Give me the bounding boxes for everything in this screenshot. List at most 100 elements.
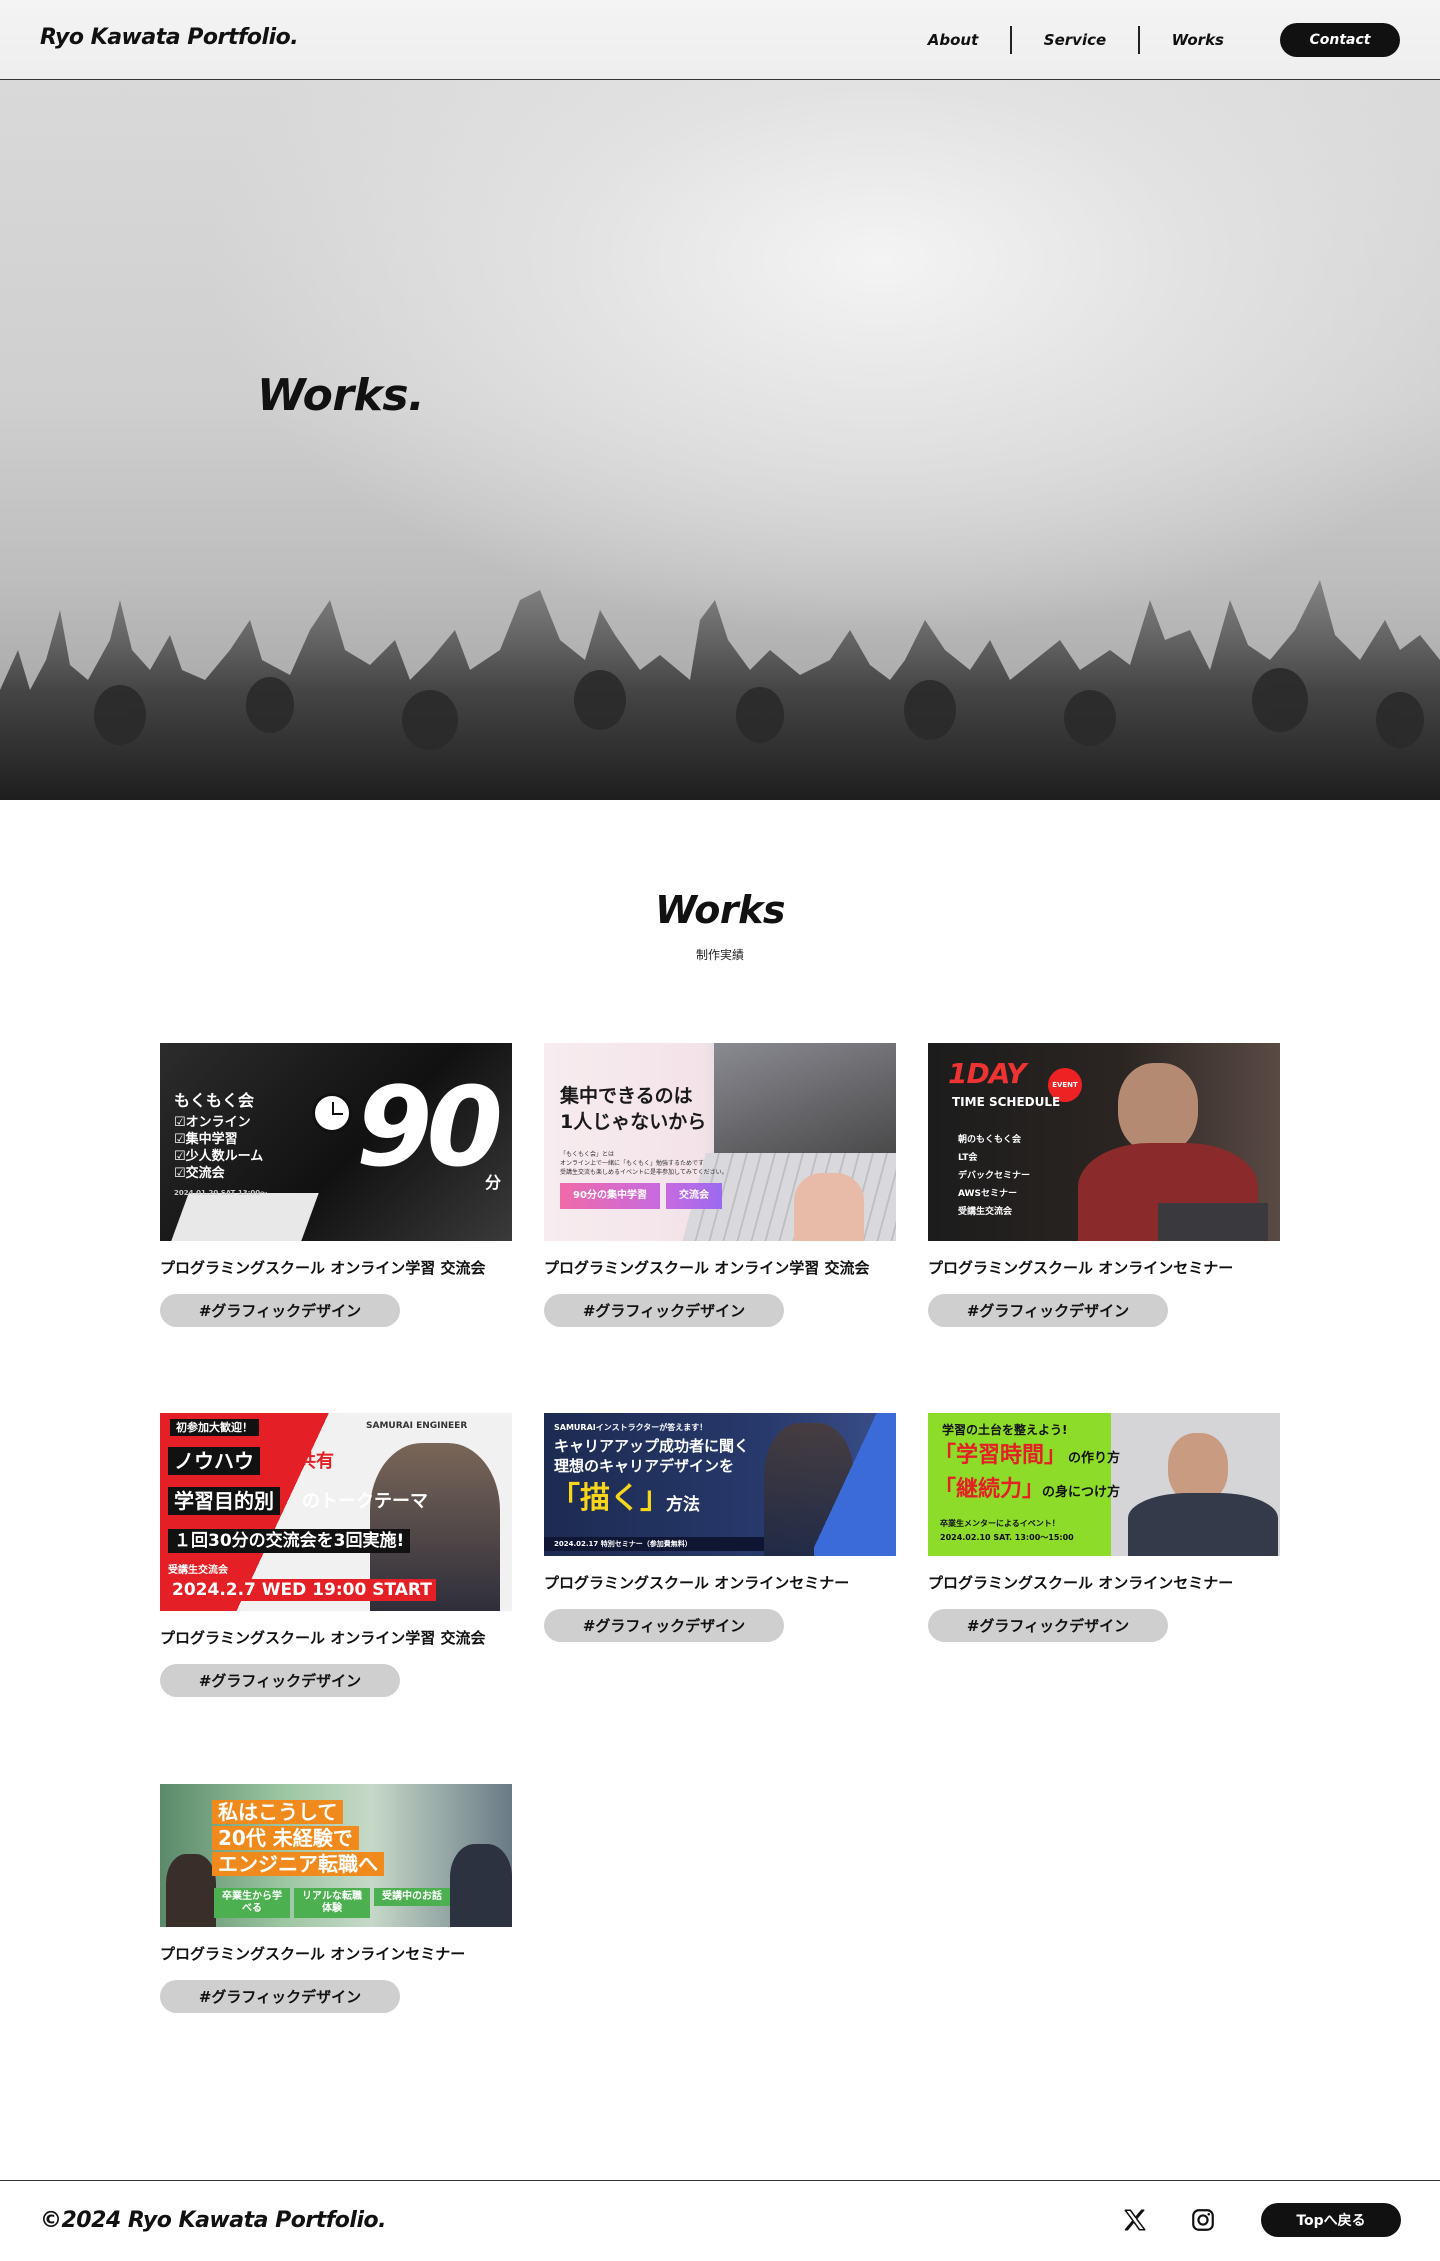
thumb-line: 卒業生メンターによるイベント！ bbox=[940, 1519, 1060, 1528]
thumb-date: 2024.02.10 SAT. 13:00〜15:00 bbox=[940, 1533, 1074, 1542]
thumb-top-label: 初参加大歓迎！ bbox=[170, 1419, 259, 1437]
thumb-line: エンジニア転職へ bbox=[212, 1852, 384, 1876]
work-thumbnail-image[interactable]: もくもく会 ☑オンライン ☑集中学習 ☑少人数ルーム ☑交流会 2024.01.… bbox=[160, 1043, 512, 1241]
main-nav: About Service Works Contact bbox=[896, 22, 1400, 58]
work-thumbnail-image[interactable]: 初参加大歓迎！ SAMURAI ENGINEER ノウハウ の共有 学習目的別 … bbox=[160, 1413, 512, 1611]
thumb-line: 方法 bbox=[666, 1495, 700, 1515]
work-card[interactable]: 学習の土台を整えよう! 「学習時間」 の作り方 「継続力」 の身につけ方 卒業生… bbox=[928, 1413, 1280, 1642]
x-twitter-icon[interactable] bbox=[1122, 2207, 1148, 2233]
laptop-decoration bbox=[1158, 1203, 1268, 1241]
thumb-badge: リアルな転職体験 bbox=[294, 1888, 370, 1918]
thumb-line: 受講生交流会 bbox=[168, 1565, 228, 1576]
thumb-line: のトークテーマ bbox=[302, 1491, 428, 1512]
work-tag[interactable]: #グラフィックデザイン bbox=[160, 1294, 400, 1327]
hero-banner: Works. bbox=[0, 80, 1440, 800]
thumb-top-label: SAMURAIインストラクターが答えます！ bbox=[554, 1423, 708, 1432]
thumb-line: 私はこうして bbox=[212, 1800, 344, 1824]
laptop-decoration bbox=[171, 1193, 319, 1241]
work-thumbnail-image[interactable]: 1DAY EVENT TIME SCHEDULE 朝のもくもく会 LT会 デバッ… bbox=[928, 1043, 1280, 1241]
contact-button[interactable]: Contact bbox=[1280, 23, 1400, 57]
thumb-line: １回30分の交流会を3回実施! bbox=[168, 1529, 411, 1554]
schedule-item: 朝のもくもく会 bbox=[958, 1135, 1022, 1145]
nav-about-link[interactable]: About bbox=[896, 26, 1011, 54]
thumb-date: 2024.2.7 WED 19:00 START bbox=[168, 1579, 436, 1602]
thumb-date: 2024.02.17 特別セミナー（参加費無料） bbox=[544, 1537, 764, 1552]
thumb-line: の身につけ方 bbox=[1042, 1485, 1121, 1500]
person-decoration bbox=[450, 1844, 512, 1927]
person-decoration bbox=[1128, 1493, 1278, 1556]
thumb-line: ノウハウ bbox=[168, 1447, 260, 1475]
thumb-item: ☑オンライン bbox=[174, 1115, 251, 1130]
schedule-item: 受講生交流会 bbox=[958, 1207, 1013, 1217]
thumb-desc: 「もくもく会」とは bbox=[560, 1151, 615, 1158]
thumb-line: 学習目的別 bbox=[168, 1487, 280, 1515]
work-tag[interactable]: #グラフィックデザイン bbox=[160, 1664, 400, 1697]
back-to-top-button[interactable]: Topへ戻る bbox=[1261, 2203, 1401, 2237]
work-card[interactable]: 初参加大歓迎！ SAMURAI ENGINEER ノウハウ の共有 学習目的別 … bbox=[160, 1413, 512, 1697]
thumb-item: ☑集中学習 bbox=[174, 1132, 238, 1147]
person-decoration bbox=[166, 1854, 216, 1927]
thumb-badge: 交流会 bbox=[666, 1183, 722, 1209]
thumb-big: 1DAY bbox=[948, 1057, 1026, 1090]
thumb-line: キャリアアップ成功者に聞く bbox=[554, 1437, 750, 1455]
work-title[interactable]: プログラミングスクール オンラインセミナー bbox=[928, 1257, 1280, 1278]
person-decoration bbox=[1118, 1063, 1198, 1153]
clock-icon bbox=[312, 1093, 352, 1133]
thumb-headline: 集中できるのは bbox=[560, 1085, 693, 1107]
work-card[interactable]: 1DAY EVENT TIME SCHEDULE 朝のもくもく会 LT会 デバッ… bbox=[928, 1043, 1280, 1327]
works-section-subtitle: 制作実績 bbox=[695, 948, 744, 962]
hero-title: Works. bbox=[257, 370, 425, 421]
works-section-title: Works bbox=[654, 888, 786, 932]
work-thumbnail-image[interactable]: 学習の土台を整えよう! 「学習時間」 の作り方 「継続力」 の身につけ方 卒業生… bbox=[928, 1413, 1280, 1556]
thumb-line: 20代 未経験で bbox=[212, 1826, 359, 1850]
thumb-item: ☑交流会 bbox=[174, 1166, 225, 1181]
schedule-item: LT会 bbox=[958, 1153, 978, 1163]
thumb-big: 「描く」 bbox=[550, 1481, 670, 1516]
laptop-decoration bbox=[714, 1043, 896, 1163]
thumb-headline: 1人じゃないから bbox=[560, 1111, 707, 1133]
work-thumbnail-image[interactable]: 集中できるのは 1人じゃないから 「もくもく会」とは オンライン上で一緒に「もく… bbox=[544, 1043, 896, 1241]
thumb-brand: SAMURAI ENGINEER bbox=[366, 1421, 468, 1431]
thumb-desc: オンライン上で一緒に「もくもく」勉強するためです bbox=[560, 1160, 705, 1167]
work-card[interactable]: 私はこうして 20代 未経験で エンジニア転職へ 卒業生から学べる リアルな転職… bbox=[160, 1784, 512, 2013]
thumb-sub: TIME SCHEDULE bbox=[952, 1095, 1061, 1109]
work-card[interactable]: 集中できるのは 1人じゃないから 「もくもく会」とは オンライン上で一緒に「もく… bbox=[544, 1043, 896, 1327]
thumb-item: ☑少人数ルーム bbox=[174, 1149, 264, 1164]
copyright-text: ©2024 Ryo Kawata Portfolio. bbox=[40, 2208, 386, 2233]
work-tag[interactable]: #グラフィックデザイン bbox=[544, 1609, 784, 1642]
site-footer: ©2024 Ryo Kawata Portfolio. Topへ戻る bbox=[0, 2180, 1440, 2261]
work-title[interactable]: プログラミングスクール オンライン学習 交流会 bbox=[160, 1627, 512, 1648]
work-title[interactable]: プログラミングスクール オンラインセミナー bbox=[544, 1572, 896, 1593]
work-title[interactable]: プログラミングスクール オンライン学習 交流会 bbox=[544, 1257, 896, 1278]
work-title[interactable]: プログラミングスクール オンラインセミナー bbox=[928, 1572, 1280, 1593]
thumb-line: の共有 bbox=[280, 1451, 334, 1472]
blue-stripe-decoration bbox=[814, 1413, 896, 1556]
hand-decoration bbox=[794, 1173, 864, 1241]
work-card[interactable]: もくもく会 ☑オンライン ☑集中学習 ☑少人数ルーム ☑交流会 2024.01.… bbox=[160, 1043, 512, 1327]
crowd-silhouette-image bbox=[0, 580, 1440, 800]
thumb-date: 2024.01.20 SAT 13:00〜 bbox=[174, 1189, 268, 1197]
work-title[interactable]: プログラミングスクール オンラインセミナー bbox=[160, 1943, 512, 1964]
thumb-badge: 受講中のお話 bbox=[374, 1888, 450, 1906]
thumb-line: 「継続力」 bbox=[934, 1477, 1045, 1502]
thumb-line: の作り方 bbox=[1068, 1451, 1121, 1466]
schedule-item: デバックセミナー bbox=[958, 1171, 1031, 1181]
work-title[interactable]: プログラミングスクール オンライン学習 交流会 bbox=[160, 1257, 512, 1278]
schedule-item: AWSセミナー bbox=[958, 1189, 1017, 1199]
work-thumbnail-image[interactable]: 私はこうして 20代 未経験で エンジニア転職へ 卒業生から学べる リアルな転職… bbox=[160, 1784, 512, 1927]
work-tag[interactable]: #グラフィックデザイン bbox=[544, 1294, 784, 1327]
instagram-icon[interactable] bbox=[1190, 2207, 1216, 2233]
work-thumbnail-image[interactable]: SAMURAIインストラクターが答えます！ キャリアアップ成功者に聞く 理想のキ… bbox=[544, 1413, 896, 1556]
work-card[interactable]: SAMURAIインストラクターが答えます！ キャリアアップ成功者に聞く 理想のキ… bbox=[544, 1413, 896, 1642]
thumb-badge: 90分の集中学習 bbox=[560, 1183, 660, 1209]
work-tag[interactable]: #グラフィックデザイン bbox=[160, 1980, 400, 2013]
thumb-big-number: 90 bbox=[356, 1063, 503, 1191]
work-tag[interactable]: #グラフィックデザイン bbox=[928, 1294, 1168, 1327]
thumb-line: 理想のキャリアデザインを bbox=[554, 1457, 735, 1475]
site-logo[interactable]: Ryo Kawata Portfolio. bbox=[40, 25, 299, 50]
work-tag[interactable]: #グラフィックデザイン bbox=[928, 1609, 1168, 1642]
nav-works-link[interactable]: Works bbox=[1140, 26, 1256, 54]
site-header: Ryo Kawata Portfolio. About Service Work… bbox=[0, 0, 1440, 80]
thumb-heading: もくもく会 bbox=[174, 1091, 255, 1110]
nav-service-link[interactable]: Service bbox=[1012, 26, 1138, 54]
